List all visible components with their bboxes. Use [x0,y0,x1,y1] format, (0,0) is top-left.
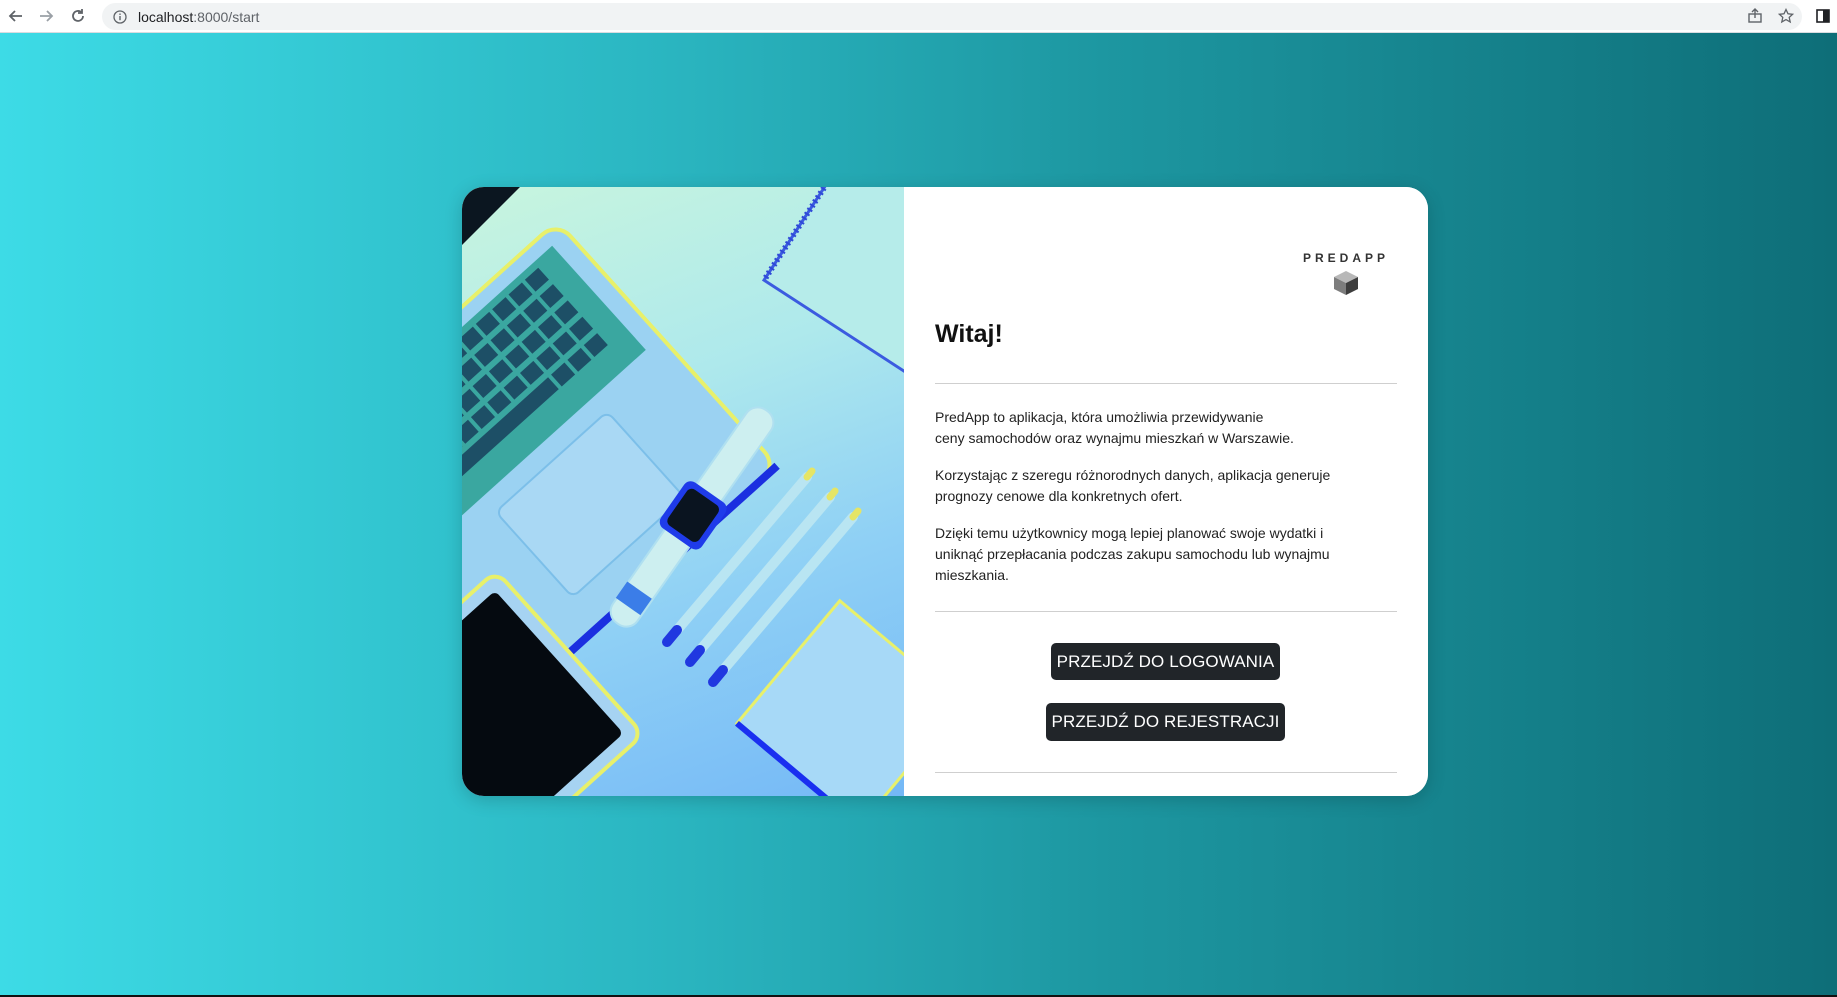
logo-text: PREDAPP [1302,251,1389,265]
site-info-icon[interactable] [112,9,128,25]
share-icon[interactable] [1743,4,1767,28]
features-line-1: Korzystając z szeregu różnorodnych danyc… [935,467,1331,483]
reload-icon[interactable] [66,4,90,28]
hero-image [462,187,904,796]
side-panel-icon[interactable] [1811,4,1835,28]
intro-line-1: PredApp to aplikacja, która umożliwia pr… [935,409,1264,425]
bookmark-star-icon[interactable] [1774,4,1798,28]
page-title: Witaj! [935,320,1003,348]
url-text: localhost:8000/start [138,9,259,25]
features-line-2: prognozy cenowe dla konkretnych ofert. [935,488,1183,504]
browser-toolbar: localhost:8000/start [0,0,1837,33]
benefits-line-1: Dzięki temu użytkownicy mogą lepiej plan… [935,525,1324,541]
address-bar[interactable]: localhost:8000/start [102,3,1802,30]
back-icon[interactable] [4,4,28,28]
register-button[interactable]: PRZEJDŹ DO REJESTRACJI [1046,703,1285,741]
predapp-logo: PREDAPP [1296,251,1396,297]
benefits-line-2: uniknąć przepłacania podczas zakupu samo… [935,546,1330,562]
intro-line-2: ceny samochodów oraz wynajmu mieszkań w … [935,430,1294,446]
divider-middle [935,611,1397,612]
url-path: :8000/start [193,8,260,25]
forward-icon[interactable] [34,4,58,28]
login-button[interactable]: PRZEJDŹ DO LOGOWANIA [1051,643,1280,680]
desk-illustration [462,187,904,796]
url-host: localhost [138,8,194,25]
divider-bottom [935,772,1397,773]
cube-logo-icon [1334,271,1358,295]
benefits-line-3: mieszkania. [935,567,1009,583]
divider-top [935,383,1397,384]
